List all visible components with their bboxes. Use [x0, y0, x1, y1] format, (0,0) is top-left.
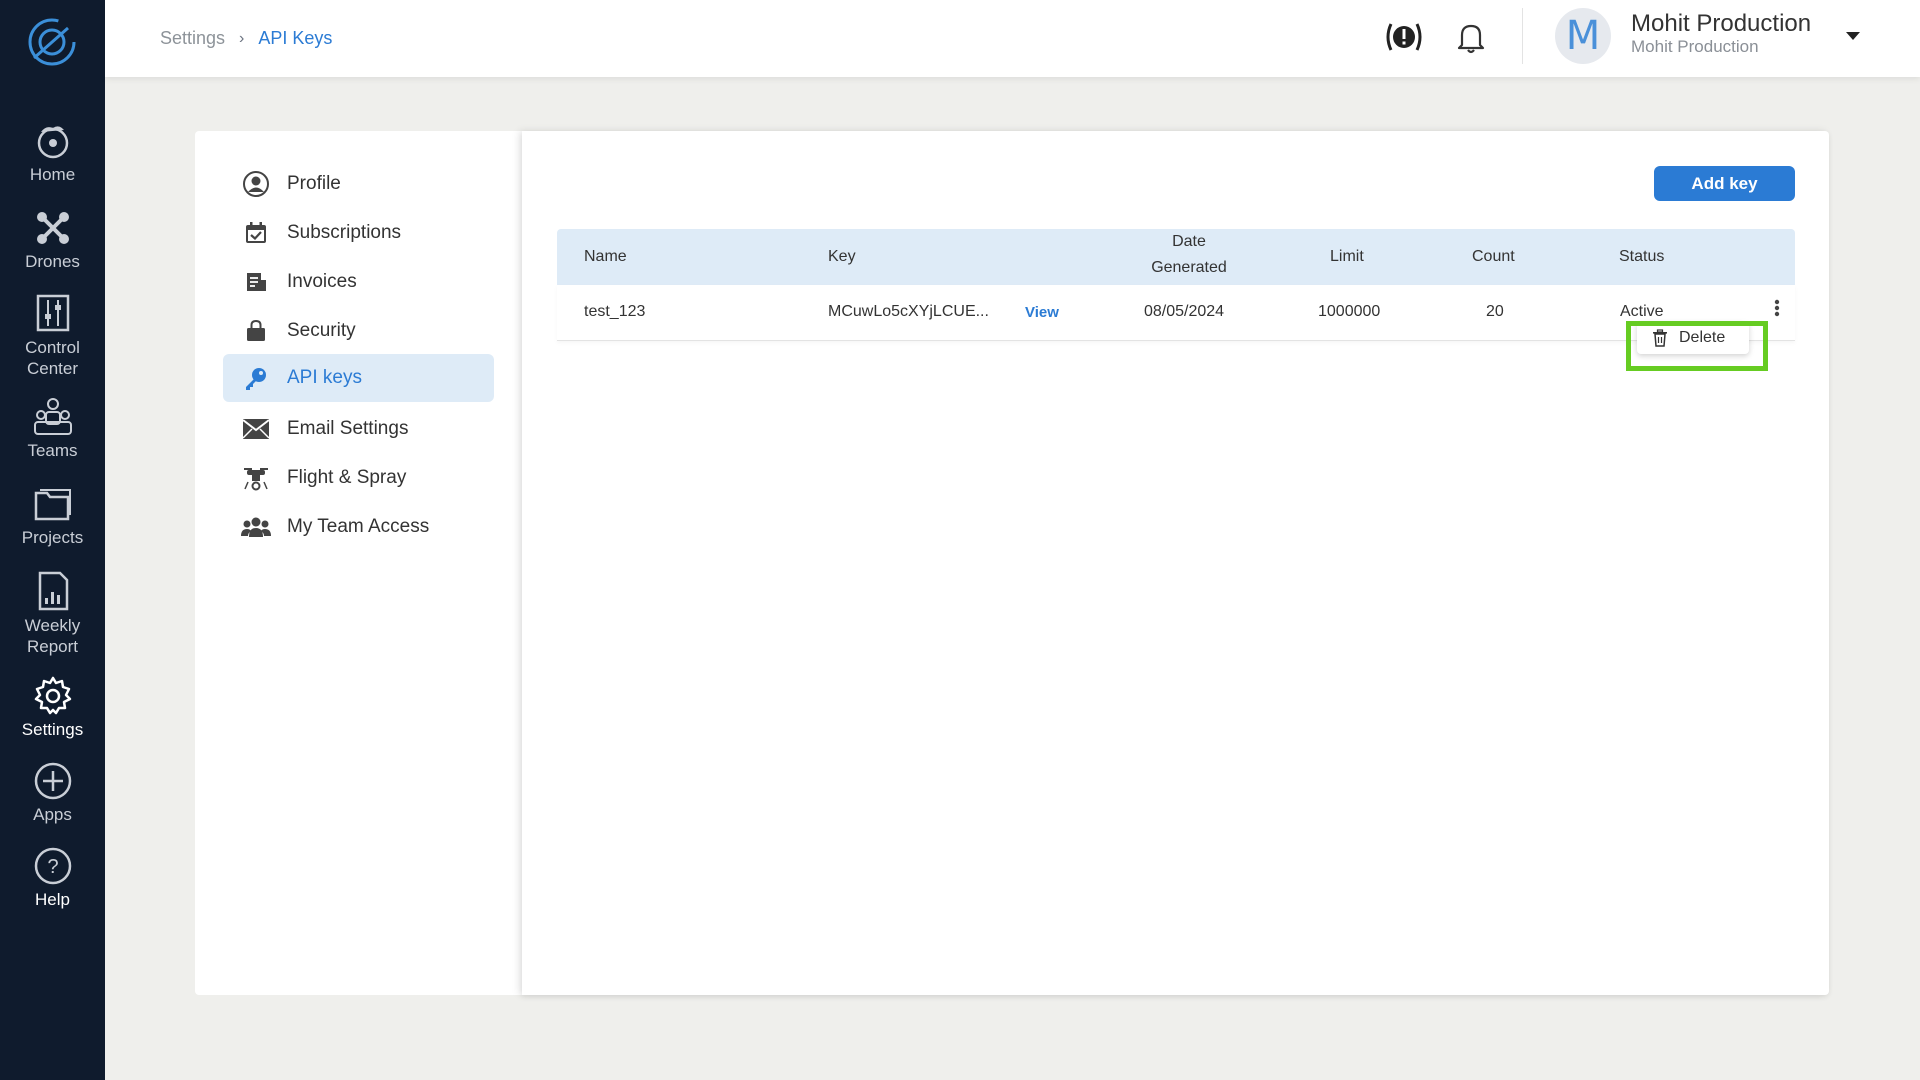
- breadcrumb: Settings › API Keys: [160, 28, 332, 49]
- avatar[interactable]: M: [1555, 8, 1611, 64]
- lock-bag-icon: [241, 316, 271, 346]
- rail-item-projects[interactable]: Projects: [0, 483, 105, 548]
- settings-nav-label: Flight & Spray: [287, 467, 407, 488]
- rail-item-home[interactable]: Home: [0, 120, 105, 185]
- settings-nav-api-keys[interactable]: API keys: [223, 354, 494, 402]
- table-header: Name Key Date Generated Limit Count Stat…: [557, 229, 1795, 285]
- topbar-divider: [1522, 8, 1523, 64]
- rail-item-label: Help: [35, 890, 70, 909]
- api-keys-panel: Add key Name Key Date Generated Limit Co…: [522, 131, 1829, 995]
- delete-label: Delete: [1679, 329, 1726, 346]
- rail-item-label: Weekly Report: [24, 616, 81, 656]
- column-header-status: Status: [1619, 248, 1665, 265]
- column-header-date-line2: Generated: [1151, 259, 1227, 276]
- rail-item-weekly-report[interactable]: Weekly Report: [0, 570, 105, 657]
- settings-nav-label: Invoices: [287, 271, 357, 292]
- settings-nav: Profile Subscriptions Invoices Security …: [195, 131, 522, 995]
- plus-circle-icon: [32, 760, 74, 802]
- folder-icon: [32, 483, 74, 525]
- settings-nav-label: API keys: [287, 367, 362, 388]
- chevron-down-icon[interactable]: [1843, 27, 1863, 43]
- row-delete-menu-item[interactable]: Delete: [1637, 322, 1749, 354]
- user-circle-icon: [241, 169, 271, 199]
- column-header-date: Date Generated: [1134, 229, 1244, 281]
- app-rail: Home Drones Control Center Teams Project…: [0, 0, 105, 1080]
- cell-date: 08/05/2024: [1144, 303, 1225, 320]
- drone-icon: [32, 207, 74, 249]
- rail-item-settings[interactable]: Settings: [0, 675, 105, 740]
- cell-limit: 1000000: [1318, 303, 1381, 320]
- top-bar: Settings › API Keys M Mohit Production M…: [105, 0, 1920, 77]
- column-header-limit: Limit: [1330, 248, 1364, 265]
- settings-nav-subscriptions[interactable]: Subscriptions: [223, 209, 494, 257]
- settings-nav-email-settings[interactable]: Email Settings: [223, 405, 494, 453]
- cell-key: MCuwLo5cXYjLCUE...: [828, 303, 989, 320]
- cell-count: 20: [1486, 303, 1504, 320]
- trash-icon: [1651, 329, 1669, 347]
- envelope-icon: [241, 414, 271, 444]
- settings-nav-invoices[interactable]: Invoices: [223, 258, 494, 306]
- app-logo-icon[interactable]: [24, 14, 80, 70]
- invoice-icon: [241, 267, 271, 297]
- settings-nav-security[interactable]: Security: [223, 307, 494, 355]
- settings-nav-label: Subscriptions: [287, 222, 402, 243]
- settings-nav-profile[interactable]: Profile: [223, 160, 494, 208]
- rail-item-label: Control Center: [25, 338, 80, 378]
- user-org: Mohit Production: [1631, 37, 1759, 56]
- control-center-icon: [32, 292, 74, 334]
- rail-item-teams[interactable]: Teams: [0, 396, 105, 461]
- rail-item-label: Drones: [25, 252, 80, 271]
- home-drone-icon: [32, 120, 74, 162]
- cell-name: test_123: [584, 303, 646, 320]
- breadcrumb-chevron-icon: ›: [239, 29, 245, 47]
- help-icon: ?: [32, 845, 74, 887]
- settings-nav-label: Security: [287, 320, 356, 341]
- report-icon: [32, 570, 74, 612]
- add-key-button[interactable]: Add key: [1654, 166, 1795, 201]
- cell-status: Active: [1620, 303, 1664, 320]
- rail-item-help[interactable]: ? Help: [0, 845, 105, 910]
- rail-item-label: Teams: [27, 441, 78, 460]
- column-header-count: Count: [1472, 248, 1515, 265]
- svg-text:?: ?: [47, 856, 58, 878]
- rail-item-label: Projects: [21, 528, 84, 547]
- settings-nav-my-team-access[interactable]: My Team Access: [223, 503, 494, 551]
- rail-item-label: Settings: [21, 720, 84, 739]
- column-header-name: Name: [584, 248, 627, 265]
- column-header-date-line1: Date: [1172, 233, 1206, 250]
- spray-drone-icon: [241, 463, 271, 493]
- rail-item-drones[interactable]: Drones: [0, 207, 105, 272]
- alert-icon[interactable]: [1383, 16, 1425, 58]
- calendar-check-icon: [241, 218, 271, 248]
- breadcrumb-api-keys[interactable]: API Keys: [258, 28, 332, 49]
- table-row: test_123 MCuwLo5cXYjLCUE... View 08/05/2…: [557, 285, 1795, 341]
- row-actions-kebab-icon[interactable]: [1772, 297, 1782, 323]
- settings-nav-label: My Team Access: [287, 516, 430, 537]
- settings-nav-label: Profile: [287, 173, 341, 194]
- breadcrumb-settings[interactable]: Settings: [160, 28, 225, 49]
- user-name[interactable]: Mohit Production: [1631, 10, 1811, 38]
- rail-item-label: Home: [29, 165, 76, 184]
- rail-item-apps[interactable]: Apps: [0, 760, 105, 825]
- team-access-icon: [241, 512, 271, 542]
- rail-item-label: Apps: [33, 805, 72, 824]
- column-header-key: Key: [828, 248, 856, 265]
- key-icon: [241, 363, 271, 393]
- rail-item-control-center[interactable]: Control Center: [0, 292, 105, 379]
- settings-nav-label: Email Settings: [287, 418, 409, 439]
- teams-icon: [32, 396, 74, 438]
- gear-icon: [32, 675, 74, 717]
- bell-icon[interactable]: [1452, 18, 1490, 56]
- settings-nav-flight-spray[interactable]: Flight & Spray: [223, 454, 494, 502]
- view-key-link[interactable]: View: [1025, 304, 1059, 321]
